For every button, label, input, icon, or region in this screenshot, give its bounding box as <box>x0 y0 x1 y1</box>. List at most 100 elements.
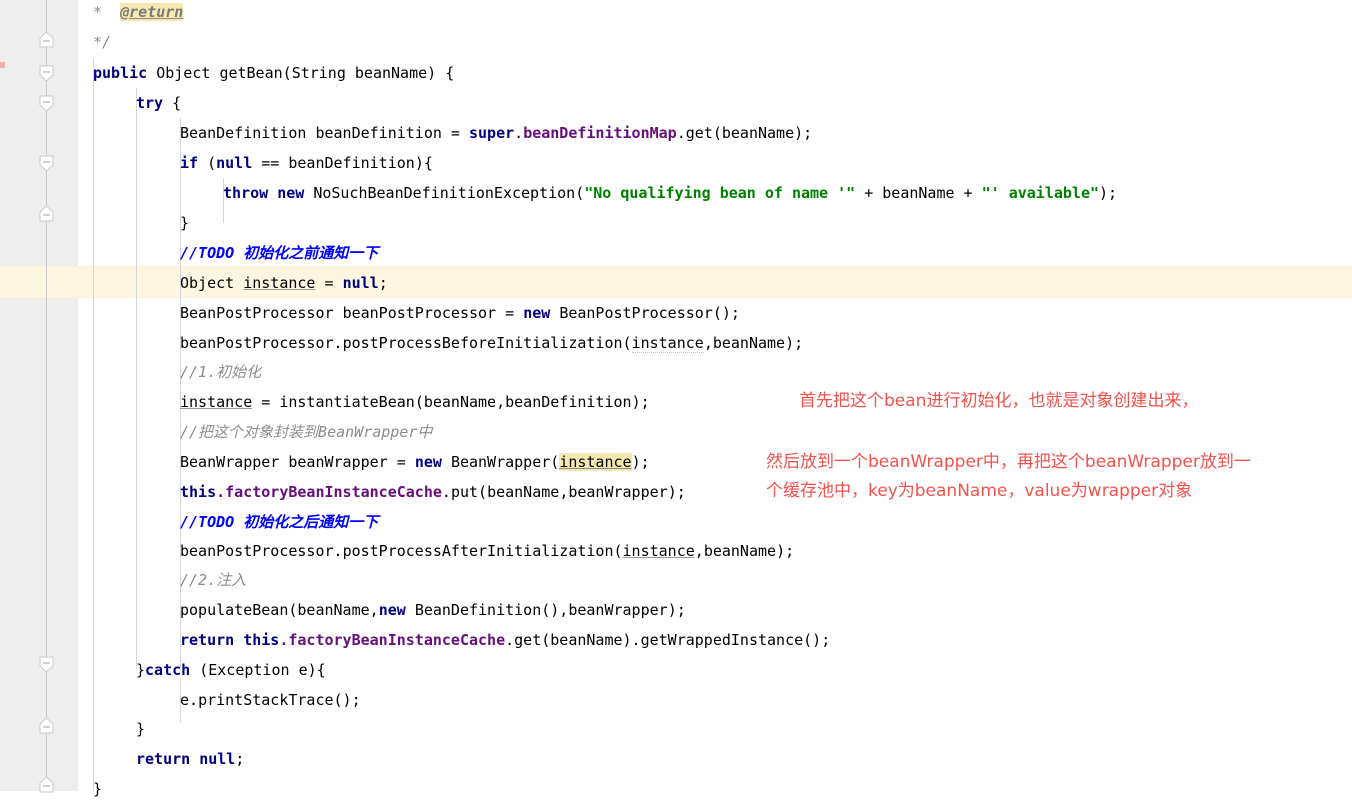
type-beandefinition: BeanDefinition <box>414 601 542 619</box>
arg-beanname: beanName <box>550 631 623 649</box>
comment-todo-after: //TODO 初始化之后通知一下 <box>180 513 379 531</box>
var-instance: instance <box>622 542 695 560</box>
keyword-return: return <box>136 750 191 768</box>
type-beanwrapper: BeanWrapper <box>450 453 551 471</box>
keyword-this: this <box>180 483 217 501</box>
arg-beanname: beanName <box>703 542 777 560</box>
code-line[interactable]: try { <box>136 88 181 118</box>
code-line[interactable]: return null; <box>136 744 244 774</box>
keyword-throw: throw <box>223 184 269 202</box>
type-object: Object <box>180 274 235 292</box>
code-line[interactable]: Object instance = null; <box>180 268 388 298</box>
code-line[interactable]: */ <box>93 27 111 57</box>
keyword-new: new <box>277 184 305 202</box>
javadoc-close: */ <box>93 33 112 51</box>
field-beandefinitionmap: beanDefinitionMap <box>523 124 677 142</box>
arg-beanwrapper: beanWrapper <box>568 483 668 501</box>
code-line[interactable]: if (null == beanDefinition){ <box>180 148 433 178</box>
code-line[interactable]: BeanPostProcessor beanPostProcessor = ne… <box>180 298 740 328</box>
comment-step2: //2.注入 <box>180 571 247 589</box>
method-get: get <box>685 124 713 142</box>
annotation-note-2-line2: 个缓存池中，key为beanName，value为wrapper对象 <box>766 481 1193 501</box>
arg-beanname: beanName <box>721 124 795 142</box>
comment-wrap: //把这个对象封装到BeanWrapper中 <box>180 423 433 441</box>
code-line[interactable]: //TODO 初始化之前通知一下 <box>180 238 378 268</box>
keyword-return: return <box>180 631 235 649</box>
code-line[interactable]: } <box>180 208 189 238</box>
var-e: e <box>298 661 308 679</box>
type-object: Object <box>156 64 211 82</box>
var-beandefinition: beanDefinition <box>288 154 415 172</box>
code-line[interactable]: instance = instantiateBean(beanName,bean… <box>180 387 650 417</box>
var-beanpostprocessor: beanPostProcessor <box>180 542 334 560</box>
param-beanname: beanName <box>354 64 428 82</box>
code-line[interactable]: //1.初始化 <box>180 357 261 387</box>
arg-beanname: beanName <box>882 184 955 202</box>
code-line[interactable]: //TODO 初始化之后通知一下 <box>180 507 378 537</box>
var-e: e <box>180 691 190 709</box>
javadoc-star: * <box>93 3 103 21</box>
method-populatebean: populateBean <box>180 601 289 619</box>
string-literal-1: "No qualifying bean of name '" <box>584 184 856 202</box>
code-line[interactable]: //把这个对象封装到BeanWrapper中 <box>180 417 432 447</box>
var-beandefinition: beanDefinition <box>315 124 442 142</box>
code-line[interactable]: e.printStackTrace(); <box>180 685 361 715</box>
var-beanpostprocessor: beanPostProcessor <box>180 334 334 352</box>
type-beanpostprocessor: BeanPostProcessor <box>559 304 713 322</box>
type-beanpostprocessor: BeanPostProcessor <box>180 304 334 322</box>
code-line[interactable]: * @return <box>93 0 184 27</box>
code-line[interactable]: } <box>136 714 145 744</box>
var-instance: instance <box>243 274 316 292</box>
comment-step1: //1.初始化 <box>180 363 262 381</box>
code-line[interactable]: public Object getBean(String beanName) { <box>93 58 454 88</box>
keyword-new: new <box>523 304 551 322</box>
method-getwrappedinstance: getWrappedInstance <box>640 631 804 649</box>
code-line[interactable]: throw new NoSuchBeanDefinitionException(… <box>223 178 1117 208</box>
type-string: String <box>291 64 346 82</box>
method-postprocess-after: postProcessAfterInitialization <box>342 542 614 560</box>
keyword-catch: catch <box>145 661 191 679</box>
keyword-null: null <box>216 154 253 172</box>
keyword-this: this <box>243 631 280 649</box>
keyword-null: null <box>342 274 379 292</box>
var-beanpostprocessor: beanPostProcessor <box>342 304 497 322</box>
code-editor[interactable]: * @return */ public Object getBean(Strin… <box>0 0 1352 798</box>
var-instance: instance <box>631 334 704 353</box>
keyword-null: null <box>199 750 236 768</box>
code-line[interactable]: BeanWrapper beanWrapper = new BeanWrappe… <box>180 447 650 477</box>
code-line[interactable]: } <box>93 774 102 804</box>
method-get: get <box>514 631 542 649</box>
method-instantiatebean: instantiateBean <box>279 393 415 411</box>
keyword-super: super <box>469 124 515 142</box>
arg-beanname: beanName <box>487 483 560 501</box>
keyword-public: public <box>93 64 148 82</box>
var-beanwrapper: beanWrapper <box>288 453 388 471</box>
type-beanwrapper: BeanWrapper <box>180 453 280 471</box>
type-beandefinition: BeanDefinition <box>180 124 307 142</box>
method-getbean: getBean <box>219 64 283 82</box>
method-postprocess-before: postProcessBeforeInitialization <box>342 334 623 352</box>
code-line[interactable]: beanPostProcessor.postProcessAfterInitia… <box>180 536 794 566</box>
arg-beanname: beanName <box>712 334 786 352</box>
keyword-if: if <box>180 154 199 172</box>
arg-beanname: beanName <box>423 393 497 411</box>
type-exception: Exception <box>208 661 290 679</box>
keyword-new: new <box>378 601 406 619</box>
comment-todo-before: //TODO 初始化之前通知一下 <box>180 244 379 262</box>
var-instance-highlighted: instance <box>559 453 632 471</box>
arg-beandefinition: beanDefinition <box>505 393 632 411</box>
javadoc-return-tag: @return <box>120 3 184 21</box>
code-line[interactable]: this.factoryBeanInstanceCache.put(beanNa… <box>180 477 686 507</box>
code-line[interactable]: populateBean(beanName,new BeanDefinition… <box>180 595 686 625</box>
keyword-new: new <box>414 453 442 471</box>
annotation-note-2-line1: 然后放到一个beanWrapper中，再把这个beanWrapper放到一 <box>766 452 1251 472</box>
code-line[interactable]: //2.注入 <box>180 565 246 595</box>
method-put: put <box>450 483 479 501</box>
var-instance: instance <box>180 393 253 411</box>
code-line[interactable]: BeanDefinition beanDefinition = super.be… <box>180 118 812 148</box>
field-factorybeaninstancecache: factoryBeanInstanceCache <box>225 483 442 501</box>
code-line[interactable]: beanPostProcessor.postProcessBeforeIniti… <box>180 328 803 358</box>
code-line[interactable]: return this.factoryBeanInstanceCache.get… <box>180 625 830 655</box>
method-printstacktrace: printStackTrace <box>198 691 334 709</box>
code-line[interactable]: }catch (Exception e){ <box>136 655 326 685</box>
